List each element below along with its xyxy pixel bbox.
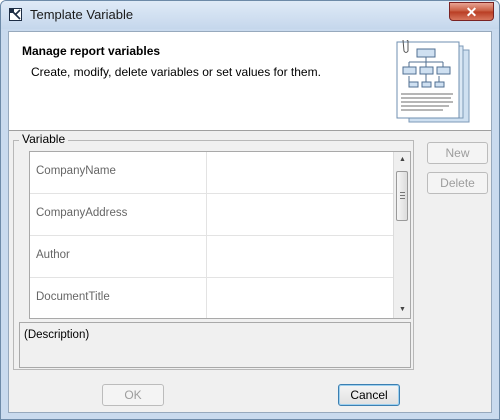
header-title: Manage report variables — [22, 44, 161, 58]
cancel-button[interactable]: Cancel — [338, 384, 400, 406]
variable-value-cell[interactable] — [206, 236, 394, 277]
variable-group-label: Variable — [19, 132, 69, 146]
title-bar[interactable]: Template Variable ✕ — [1, 1, 499, 29]
variable-name-cell: CompanyAddress — [36, 207, 128, 219]
variables-table[interactable]: CompanyName CompanyAddress Author Docume… — [29, 151, 411, 319]
close-icon: ✕ — [465, 4, 478, 20]
dialog-body: Manage report variables Create, modify, … — [8, 31, 492, 413]
vertical-scrollbar[interactable]: ▲ ▼ — [393, 152, 410, 318]
ok-button[interactable]: OK — [102, 384, 164, 406]
window-title: Template Variable — [30, 7, 134, 22]
scroll-up-arrow-icon[interactable]: ▲ — [394, 152, 410, 168]
header-description: Create, modify, delete variables or set … — [31, 65, 321, 79]
variable-name-cell: Author — [36, 249, 70, 261]
header-banner: Manage report variables Create, modify, … — [9, 32, 491, 131]
template-variable-dialog: Template Variable ✕ Manage report variab… — [0, 0, 500, 420]
description-box: (Description) — [19, 322, 411, 368]
variable-value-cell[interactable] — [206, 194, 394, 235]
scroll-down-arrow-icon[interactable]: ▼ — [394, 302, 410, 318]
table-row[interactable]: DocumentTitle — [30, 278, 394, 318]
delete-button[interactable]: Delete — [427, 172, 488, 194]
variable-name-cell: CompanyName — [36, 165, 116, 177]
report-template-icon — [396, 40, 470, 123]
variable-name-cell: DocumentTitle — [36, 291, 110, 303]
scrollbar-thumb[interactable] — [396, 171, 408, 221]
new-button[interactable]: New — [427, 142, 488, 164]
variable-value-cell[interactable] — [206, 152, 394, 193]
table-row[interactable]: Author — [30, 236, 394, 278]
table-row[interactable]: CompanyName — [30, 152, 394, 194]
variable-value-cell[interactable] — [206, 278, 394, 318]
table-row[interactable]: CompanyAddress — [30, 194, 394, 236]
diagram-icon — [9, 8, 22, 21]
close-button[interactable]: ✕ — [449, 2, 494, 21]
